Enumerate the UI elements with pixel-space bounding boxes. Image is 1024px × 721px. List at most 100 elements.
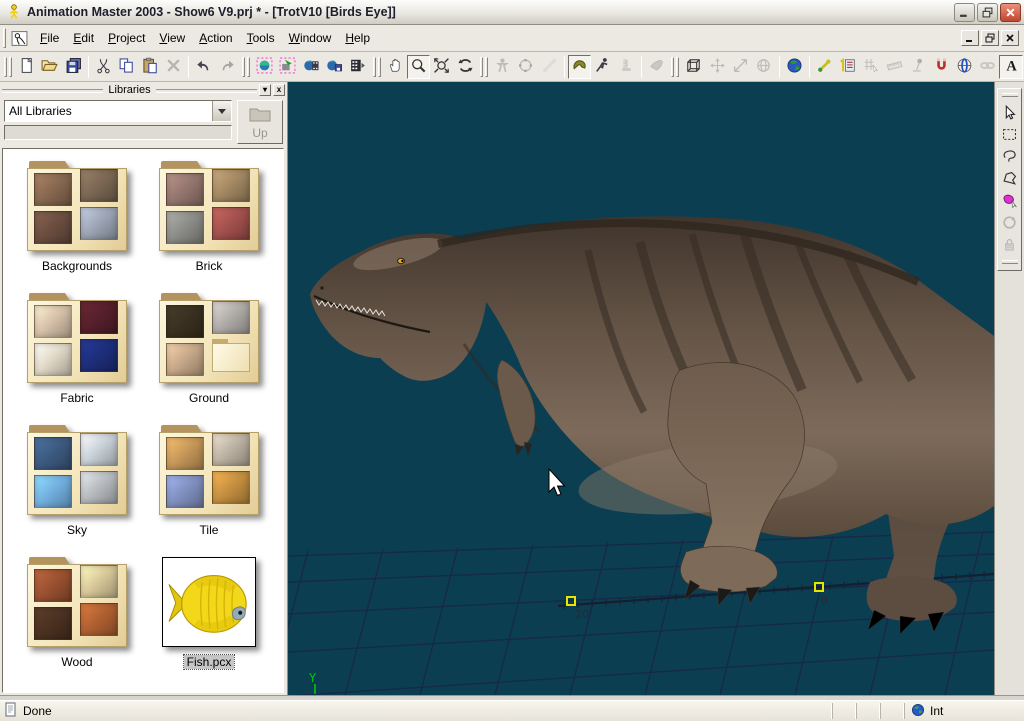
copy-icon	[118, 57, 135, 77]
library-item-label[interactable]: Backgrounds	[39, 259, 115, 273]
zoom-to-fit-button[interactable]	[430, 55, 453, 79]
skeletal-button[interactable]	[591, 55, 614, 79]
magnet-button[interactable]	[929, 55, 952, 79]
folder-icon[interactable]	[159, 293, 259, 383]
menu-view[interactable]: View	[152, 28, 192, 48]
save-button[interactable]	[62, 55, 85, 79]
open-button[interactable]	[38, 55, 61, 79]
render-shaded-button[interactable]	[253, 55, 276, 79]
paste-button[interactable]	[139, 55, 162, 79]
edit-model-button[interactable]	[682, 55, 705, 79]
render-to-film-button[interactable]	[300, 55, 323, 79]
dynamics-button	[615, 55, 638, 79]
menu-grip[interactable]	[3, 28, 6, 48]
menu-help[interactable]: Help	[338, 28, 377, 48]
mdi-restore-button[interactable]	[981, 30, 999, 46]
patch-select-tool[interactable]	[999, 189, 1021, 211]
translate-icon	[709, 57, 726, 77]
folder-icon[interactable]	[159, 425, 259, 515]
toolbar-grip[interactable]	[3, 57, 13, 77]
up-button[interactable]: Up	[237, 100, 283, 144]
library-item-backgrounds[interactable]: Backgrounds	[11, 157, 143, 287]
restore-button[interactable]	[977, 3, 998, 22]
library-item-label[interactable]: Wood	[58, 655, 95, 669]
toolbar-grip[interactable]	[479, 57, 489, 77]
trex-model[interactable]	[310, 216, 994, 634]
library-item-ground[interactable]: Ground	[143, 289, 275, 419]
image-thumbnail[interactable]	[162, 557, 256, 647]
muscle-button[interactable]	[568, 55, 591, 79]
muscle-icon	[571, 57, 588, 77]
copy-button[interactable]	[115, 55, 138, 79]
font-button[interactable]: A	[999, 55, 1022, 79]
folder-icon[interactable]	[27, 425, 127, 515]
joint-button[interactable]	[813, 55, 836, 79]
cut-button[interactable]	[92, 55, 115, 79]
menu-window[interactable]: Window	[282, 28, 339, 48]
toolbar-grip[interactable]	[372, 57, 382, 77]
mouse-cursor	[549, 469, 565, 496]
render-to-file-button[interactable]	[323, 55, 346, 79]
library-item-wood[interactable]: Wood	[11, 553, 143, 683]
library-item-sky[interactable]: Sky	[11, 421, 143, 551]
skeletal-icon	[594, 57, 611, 77]
world-button[interactable]	[783, 55, 806, 79]
select-tool[interactable]	[999, 101, 1021, 123]
toolbar-grip[interactable]	[241, 57, 251, 77]
library-item-label[interactable]: Sky	[64, 523, 90, 537]
delete-button	[162, 55, 185, 79]
lasso-tool[interactable]	[999, 145, 1021, 167]
rotate-sphere-button[interactable]	[953, 55, 976, 79]
zoom-button[interactable]	[407, 55, 430, 79]
up-button-label: Up	[252, 126, 267, 140]
library-item-fabric[interactable]: Fabric	[11, 289, 143, 419]
menu-action[interactable]: Action	[192, 28, 239, 48]
document-icon[interactable]	[11, 30, 28, 47]
status-page-icon	[4, 702, 18, 720]
folder-icon[interactable]	[27, 161, 127, 251]
rotate-view-tool	[999, 211, 1021, 233]
library-item-label[interactable]: Brick	[193, 259, 226, 273]
library-item-tile[interactable]: Tile	[143, 421, 275, 551]
libraries-header[interactable]: Libraries ▾ x	[0, 82, 287, 97]
undo-button[interactable]	[192, 55, 215, 79]
library-item-label[interactable]: Fish.pcx	[184, 655, 235, 669]
keyframe-icon	[839, 57, 856, 77]
cut-icon	[95, 57, 112, 77]
folder-icon[interactable]	[159, 161, 259, 251]
show-reel-button[interactable]	[346, 55, 369, 79]
library-item-label[interactable]: Fabric	[57, 391, 96, 405]
minimize-button[interactable]	[954, 3, 975, 22]
save-icon	[65, 57, 82, 77]
folder-icon[interactable]	[27, 293, 127, 383]
folder-icon[interactable]	[27, 557, 127, 647]
palette-grip[interactable]	[1002, 260, 1018, 264]
library-filter-combo[interactable]: All Libraries	[4, 100, 232, 122]
new-button[interactable]	[15, 55, 38, 79]
panel-close-button[interactable]: x	[273, 84, 285, 96]
viewport-canvas[interactable]: 20 0 Y	[288, 82, 994, 695]
library-item-label[interactable]: Ground	[186, 391, 232, 405]
menu-project[interactable]: Project	[101, 28, 152, 48]
palette-grip[interactable]	[1002, 93, 1018, 97]
pan-button[interactable]	[384, 55, 407, 79]
menu-edit[interactable]: Edit	[66, 28, 101, 48]
mdi-minimize-button[interactable]	[961, 30, 979, 46]
keyframe-button[interactable]	[836, 55, 859, 79]
marquee-tool[interactable]	[999, 123, 1021, 145]
toolbar-grip[interactable]	[670, 57, 680, 77]
render-wireframe-button[interactable]	[276, 55, 299, 79]
library-item-fish-pcx[interactable]: Fish.pcx	[143, 553, 275, 683]
birds-eye-viewport[interactable]: 20 0 Y	[288, 82, 994, 695]
library-item-brick[interactable]: Brick	[143, 157, 275, 287]
menu-file[interactable]: File	[33, 28, 66, 48]
turn-button[interactable]	[454, 55, 477, 79]
menu-tools[interactable]: Tools	[240, 28, 282, 48]
character-icon	[494, 57, 511, 77]
combo-dropdown-button[interactable]	[212, 101, 231, 121]
panel-rollup-button[interactable]: ▾	[259, 84, 271, 96]
close-button[interactable]	[1000, 3, 1021, 22]
poly-lasso-tool[interactable]	[999, 167, 1021, 189]
library-item-label[interactable]: Tile	[197, 523, 222, 537]
mdi-close-button[interactable]	[1001, 30, 1019, 46]
